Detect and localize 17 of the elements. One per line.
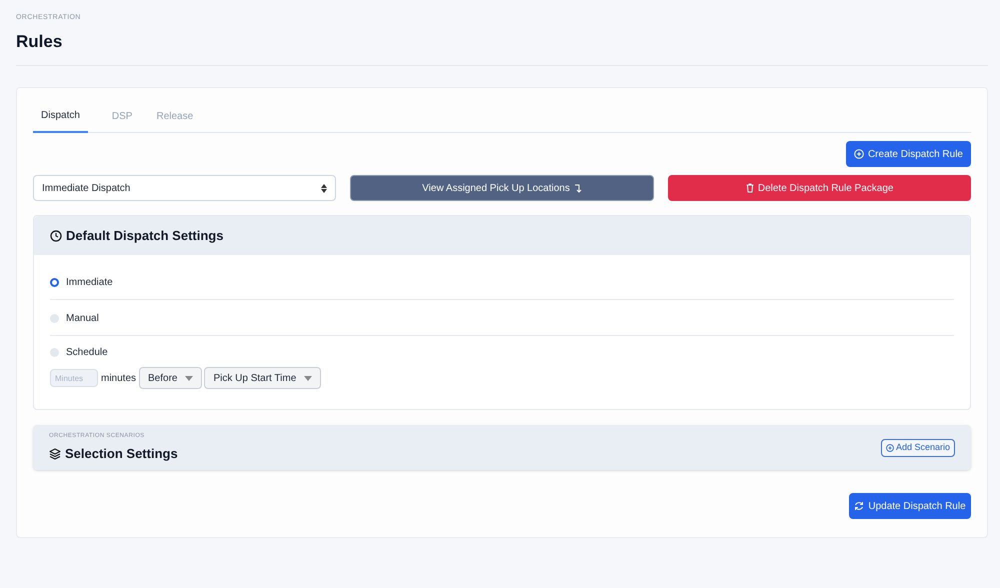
- panel-title: Default Dispatch Settings: [66, 226, 224, 245]
- package-select[interactable]: Immediate Dispatch: [33, 175, 336, 201]
- panel-title: Selection Settings: [65, 444, 178, 463]
- page-title: Rules: [16, 30, 64, 52]
- unit-label: minutes: [101, 372, 136, 386]
- add-scenario-button[interactable]: Add Scenario: [880, 438, 955, 456]
- radio-label: Schedule: [66, 346, 108, 360]
- radio-label: Manual: [66, 312, 99, 326]
- minutes-input[interactable]: Minutes: [50, 369, 98, 387]
- tab[interactable]: Dispatch: [33, 108, 88, 133]
- view-locations-button[interactable]: View Assigned Pick Up Locations: [350, 175, 654, 201]
- create-rule-button[interactable]: Create Dispatch Rule: [846, 141, 971, 167]
- relation-dropdown[interactable]: Before: [139, 367, 202, 389]
- delete-package-button[interactable]: Delete Dispatch Rule Package: [668, 175, 971, 201]
- reference-dropdown[interactable]: Pick Up Start Time: [204, 367, 322, 389]
- radio-label: Immediate: [66, 276, 113, 290]
- update-rule-button[interactable]: Update Dispatch Rule: [849, 493, 971, 519]
